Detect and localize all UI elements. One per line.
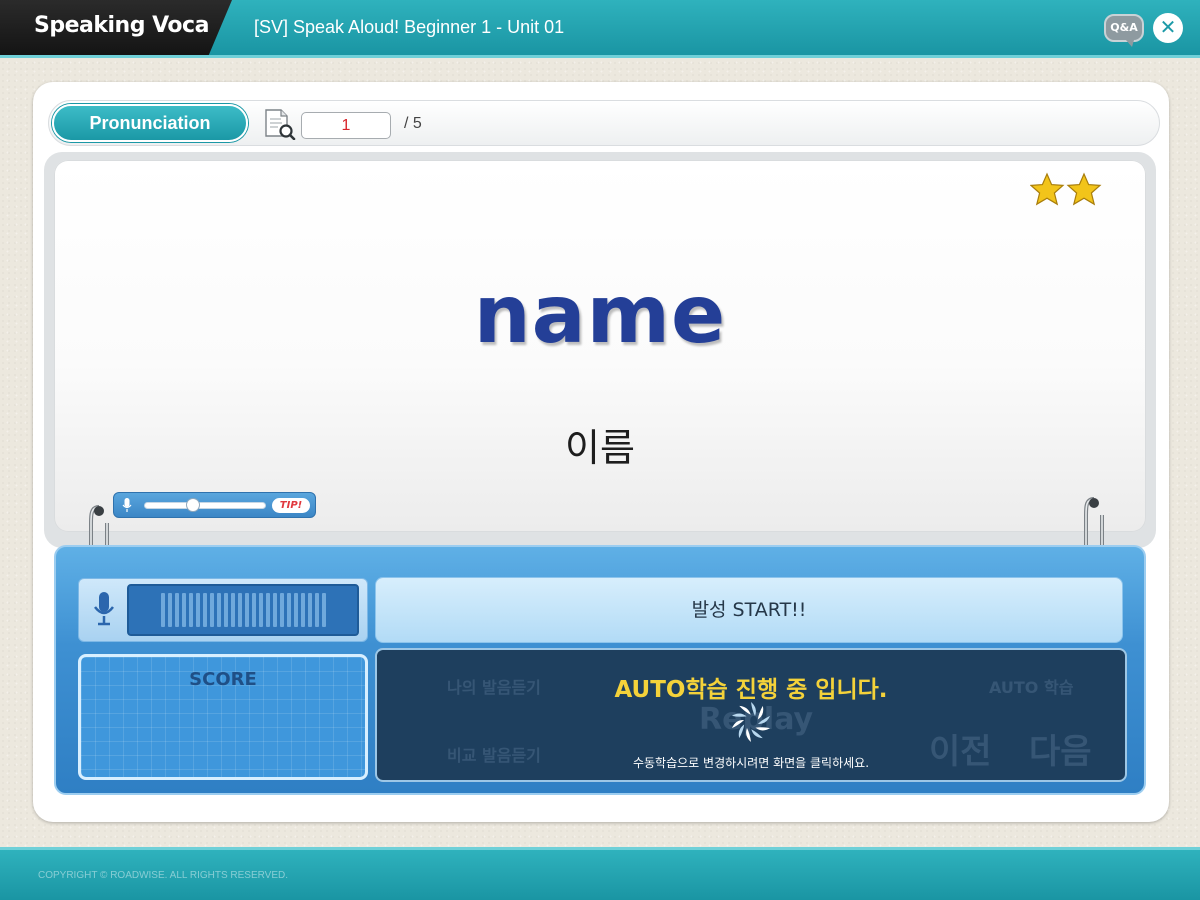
close-button[interactable]: ✕ [1153, 13, 1183, 43]
star-icon [1066, 172, 1102, 206]
document-search-icon[interactable] [262, 108, 296, 140]
level-meter-bar [230, 593, 235, 627]
tip-button[interactable]: TIP! [272, 498, 310, 513]
level-meter-bar [202, 593, 207, 627]
loading-spinner-icon [731, 702, 771, 742]
microphone-icon [94, 592, 114, 626]
page-number-input[interactable]: 1 [301, 112, 391, 139]
level-meter-bar [300, 593, 305, 627]
level-meter-bar [307, 593, 312, 627]
volume-slider-handle[interactable] [186, 498, 201, 512]
auto-study-status: AUTO학습 진행 중 입니다. [614, 677, 888, 703]
level-meter-bar [286, 593, 291, 627]
star-icon [1030, 172, 1065, 206]
score-panel: SCORE [78, 654, 368, 780]
level-meter-bar [209, 593, 214, 627]
top-bar: Speaking Voca [SV] Speak Aloud! Beginner… [0, 0, 1200, 58]
qa-button[interactable]: Q&A [1104, 14, 1144, 47]
level-meter-bar [251, 593, 256, 627]
word-meaning: 이름 [565, 426, 635, 470]
star-rating [1030, 172, 1102, 206]
level-meter-bar [321, 593, 326, 627]
pronunciation-start-button[interactable]: 발성 START!! [375, 577, 1123, 643]
footer-bar: COPYRIGHT © ROADWISE. ALL RIGHTS RESERVE… [0, 847, 1200, 900]
level-meter-bar [314, 593, 319, 627]
auto-study-hint: 수동학습으로 변경하시려면 화면을 클릭하세요. [632, 756, 870, 770]
level-meter-bar [160, 593, 165, 627]
copyright-text: COPYRIGHT © ROADWISE. ALL RIGHTS RESERVE… [38, 870, 289, 881]
level-meter-bar [279, 593, 284, 627]
level-meter-bar [265, 593, 270, 627]
voice-level-meter [127, 584, 359, 636]
auto-study-overlay[interactable]: 나의 발음듣기 비교 발음듣기 AUTO 학습 Replay 이전 다음 AUT… [375, 648, 1127, 782]
level-meter-bar [216, 593, 221, 627]
volume-slider[interactable] [144, 498, 266, 512]
mode-tab-pronunciation[interactable]: Pronunciation [52, 104, 248, 142]
level-meter-bar [244, 593, 249, 627]
page-total: / 5 [404, 115, 422, 132]
score-label: SCORE [189, 669, 257, 690]
volume-control: TIP! [113, 492, 316, 518]
level-meter-bar [181, 593, 186, 627]
level-meter-bar [174, 593, 179, 627]
vocabulary-word: name [473, 268, 727, 361]
level-meter-bar [237, 593, 242, 627]
app-name: Speaking Voca [34, 13, 209, 38]
level-meter-bar [223, 593, 228, 627]
level-meter-bar [167, 593, 172, 627]
level-meter-bar [293, 593, 298, 627]
level-meter-bar [258, 593, 263, 627]
level-meter-bar [195, 593, 200, 627]
microphone-icon [122, 498, 132, 512]
unit-title: [SV] Speak Aloud! Beginner 1 - Unit 01 [254, 17, 565, 37]
level-meter-bar [188, 593, 193, 627]
app-brand: Speaking Voca [0, 0, 232, 55]
level-meter-bar [272, 593, 277, 627]
